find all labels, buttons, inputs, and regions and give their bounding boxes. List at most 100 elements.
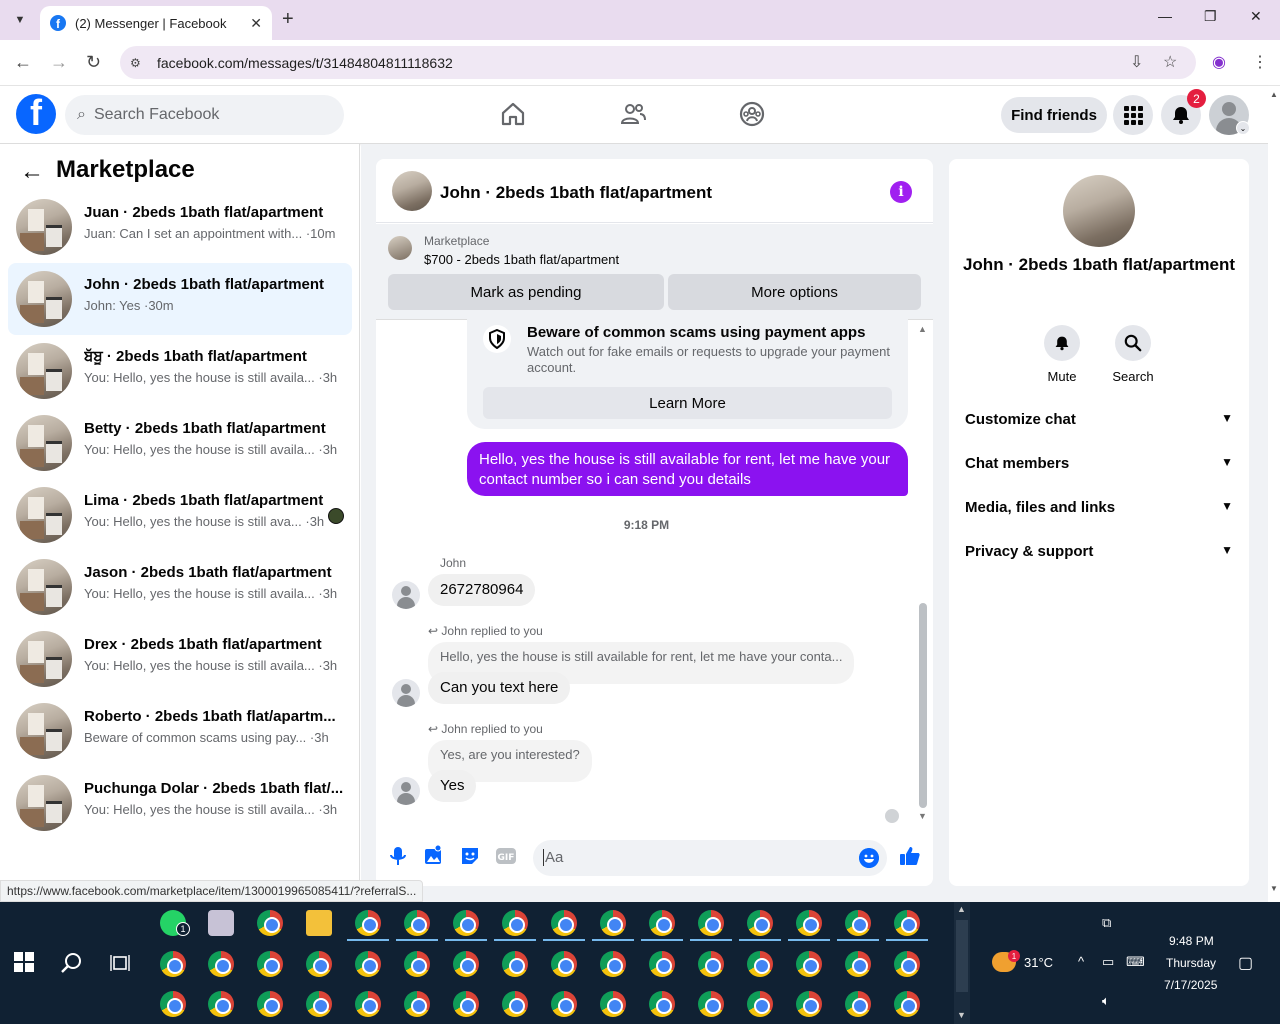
message-input[interactable]: Aa (533, 840, 887, 876)
find-friends-button[interactable]: Find friends (1001, 97, 1107, 133)
chat-scrollbar[interactable] (919, 603, 927, 808)
mark-as-pending-button[interactable]: Mark as pending (388, 274, 664, 310)
conversation-item[interactable]: Juan · 2beds 1bath flat/apartment Juan: … (8, 191, 352, 263)
browser-tab[interactable]: f (2) Messenger | Facebook ✕ (40, 6, 272, 40)
conversation-item[interactable]: Jason · 2beds 1bath flat/apartment You: … (8, 551, 352, 623)
chrome-profile-icon[interactable] (355, 951, 381, 977)
taskbar-scroll[interactable]: ▲ ▼ (954, 902, 970, 1024)
info-listing-thumbnail[interactable] (1063, 175, 1135, 247)
reload-icon[interactable]: ↻ (86, 52, 101, 73)
chrome-profile-icon[interactable] (698, 991, 724, 1017)
photo-icon[interactable] (422, 844, 446, 868)
customize-chat-row[interactable]: Customize chat ▼ (965, 411, 1233, 435)
friends-icon[interactable] (619, 100, 647, 128)
chrome-profile-icon[interactable] (649, 910, 675, 936)
profile-icon[interactable]: ◉ (1212, 52, 1226, 72)
chrome-profile-icon[interactable] (600, 910, 626, 936)
chrome-profile-icon[interactable] (845, 991, 871, 1017)
new-tab-icon[interactable]: + (282, 8, 294, 31)
chrome-profile-icon[interactable] (208, 991, 234, 1017)
incoming-message[interactable]: Can you text here (428, 672, 571, 704)
chrome-profile-icon[interactable] (257, 991, 283, 1017)
home-icon[interactable] (499, 100, 527, 128)
file-explorer-icon[interactable] (306, 910, 332, 936)
chrome-profile-icon[interactable] (747, 951, 773, 977)
menu-grid-button[interactable] (1113, 95, 1153, 135)
incoming-message[interactable]: 2672780964 (428, 574, 536, 606)
chrome-profile-icon[interactable] (845, 910, 871, 936)
chrome-profile-icon[interactable] (404, 951, 430, 977)
chrome-profile-icon[interactable] (600, 991, 626, 1017)
chrome-profile-icon-active[interactable] (894, 910, 920, 936)
page-scrollbar[interactable]: ▲ ▼ (1268, 86, 1280, 902)
sender-avatar[interactable] (392, 679, 420, 707)
chrome-profile-icon[interactable] (355, 910, 381, 936)
privacy-support-row[interactable]: Privacy & support ▼ (965, 543, 1233, 567)
search-action[interactable]: Search (1101, 325, 1165, 384)
window-close-icon[interactable]: ✕ (1250, 8, 1262, 25)
page-scroll-down-icon[interactable]: ▼ (1270, 884, 1278, 893)
search-icon[interactable] (1115, 325, 1151, 361)
keyboard-icon[interactable]: ⌨ (1126, 954, 1145, 970)
chrome-profile-icon[interactable] (160, 951, 186, 977)
facebook-search-input[interactable]: ⌕ Search Facebook (65, 95, 344, 135)
conversation-item[interactable]: Puchunga Dolar · 2beds 1bath flat/... Yo… (8, 767, 352, 839)
network-icon[interactable]: ▭ (1102, 954, 1114, 970)
chat-members-row[interactable]: Chat members ▼ (965, 455, 1233, 479)
listing-price-title[interactable]: $700 - 2beds 1bath flat/apartment (424, 252, 619, 267)
clock-date[interactable]: 7/17/2025 (1164, 978, 1217, 992)
sticker-icon[interactable] (458, 844, 482, 868)
chrome-profile-icon[interactable] (404, 991, 430, 1017)
chrome-profile-icon[interactable] (453, 910, 479, 936)
tab-search-dropdown-icon[interactable]: ▼ (8, 8, 32, 32)
bell-icon[interactable] (1044, 325, 1080, 361)
back-arrow-icon[interactable]: ← (20, 158, 44, 186)
back-icon[interactable]: ← (14, 52, 32, 73)
bookmark-star-icon[interactable]: ☆ (1163, 52, 1177, 72)
chrome-profile-icon[interactable] (796, 991, 822, 1017)
facebook-logo-icon[interactable]: f (16, 94, 56, 134)
chrome-profile-icon[interactable] (306, 991, 332, 1017)
omnibox[interactable]: ⚙ facebook.com/messages/t/31484804811118… (120, 46, 1196, 79)
volume-icon[interactable]: 🔈︎ (1102, 993, 1110, 1009)
minimize-icon[interactable]: — (1158, 8, 1172, 24)
chrome-profile-icon[interactable] (747, 910, 773, 936)
taskbar-scroll-down-icon[interactable]: ▼ (957, 1010, 966, 1020)
browser-menu-icon[interactable]: ⋮ (1252, 52, 1268, 72)
chrome-profile-icon[interactable] (160, 991, 186, 1017)
learn-more-button[interactable]: Learn More (483, 387, 892, 419)
mute-action[interactable]: Mute (1030, 325, 1094, 384)
outgoing-message[interactable]: Hello, yes the house is still available … (467, 442, 908, 496)
chrome-profile-icon[interactable] (747, 991, 773, 1017)
chrome-profile-icon[interactable] (551, 951, 577, 977)
chrome-profile-icon[interactable] (551, 910, 577, 936)
chrome-profile-icon[interactable] (208, 951, 234, 977)
sender-avatar[interactable] (392, 777, 420, 805)
snipping-tool-icon[interactable] (208, 910, 234, 936)
tray-overflow-chevron-icon[interactable]: ^ (1078, 954, 1084, 969)
chrome-profile-icon[interactable] (257, 951, 283, 977)
chrome-profile-icon[interactable] (698, 951, 724, 977)
chrome-profile-icon[interactable] (649, 951, 675, 977)
chrome-profile-icon[interactable] (453, 951, 479, 977)
chrome-profile-icon[interactable] (796, 910, 822, 936)
emoji-icon[interactable] (859, 848, 879, 868)
chrome-profile-icon[interactable] (551, 991, 577, 1017)
tab-close-icon[interactable]: ✕ (250, 15, 262, 32)
conversation-item[interactable]: Roberto · 2beds 1bath flat/apartm... Bew… (8, 695, 352, 767)
chrome-profile-icon[interactable] (796, 951, 822, 977)
conversation-item[interactable]: Lima · 2beds 1bath flat/apartment You: H… (8, 479, 352, 551)
chrome-profile-icon[interactable] (698, 910, 724, 936)
windows-start-icon[interactable] (14, 952, 34, 972)
taskbar-scroll-thumb[interactable] (956, 920, 968, 992)
taskbar-search-icon[interactable] (60, 951, 84, 975)
incoming-message[interactable]: Yes (428, 770, 477, 802)
chrome-icon[interactable] (257, 910, 283, 936)
install-app-icon[interactable]: ⇩ (1130, 52, 1143, 72)
sender-avatar[interactable] (392, 581, 420, 609)
microphone-icon[interactable] (386, 844, 410, 868)
thumbs-up-icon[interactable] (898, 844, 922, 868)
more-options-button[interactable]: More options (668, 274, 921, 310)
scroll-down-arrow-icon[interactable]: ▼ (918, 811, 927, 821)
chrome-profile-icon[interactable] (894, 991, 920, 1017)
